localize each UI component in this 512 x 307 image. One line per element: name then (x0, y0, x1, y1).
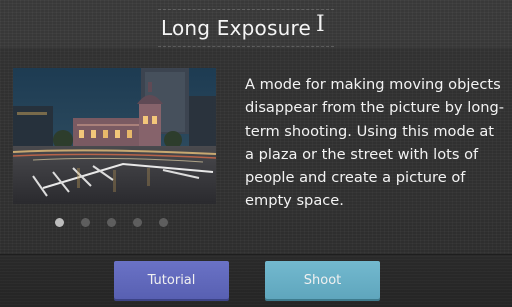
page-dot-1[interactable] (55, 217, 64, 227)
text-cursor-icon: I (316, 12, 325, 37)
page-indicator (55, 216, 180, 228)
page-dot-2[interactable] (81, 217, 90, 227)
action-bar (0, 254, 512, 307)
page-dot-5[interactable] (159, 217, 168, 227)
mode-title-bar: Long Exposure (158, 9, 334, 47)
long-exposure-sample-photo (13, 68, 216, 204)
page-dot-3[interactable] (107, 217, 116, 227)
tutorial-button[interactable]: Tutorial (114, 261, 229, 299)
page-dot-4[interactable] (133, 217, 142, 227)
mode-description: A mode for making moving objects disappe… (245, 76, 505, 210)
mode-title: Long Exposure (161, 16, 311, 40)
shoot-button[interactable]: Shoot (265, 261, 380, 299)
